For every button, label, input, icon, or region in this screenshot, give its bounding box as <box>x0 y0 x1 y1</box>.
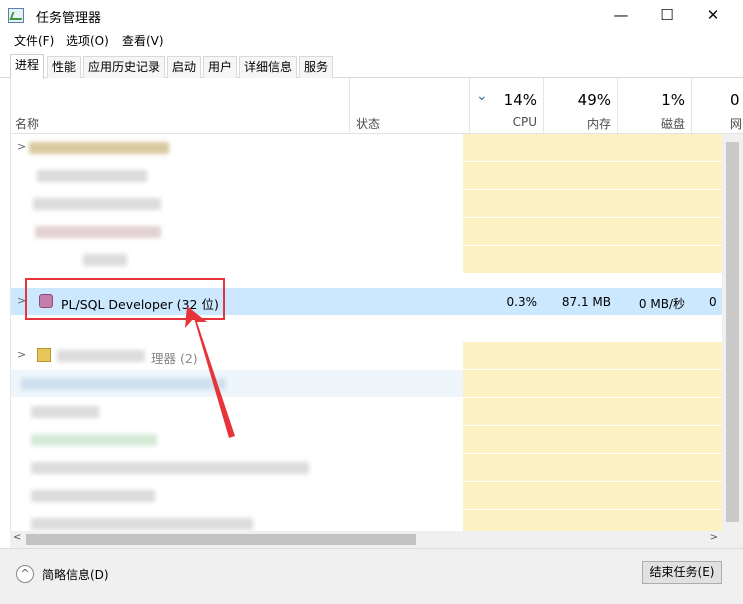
menu-file[interactable]: 文件(F) <box>14 32 54 49</box>
process-list: 名称 状态 ⌄ 14% CPU 49% 内存 1% 磁盘 0 网 > > PL/… <box>10 78 743 548</box>
vertical-scroll-thumb[interactable] <box>726 142 739 522</box>
minimize-button[interactable]: — <box>598 0 644 30</box>
tab-bar: 进程 性能 应用历史记录 启动 用户 详细信息 服务 <box>0 54 743 79</box>
window-title: 任务管理器 <box>36 11 102 26</box>
horizontal-scroll-thumb[interactable] <box>26 534 416 545</box>
menu-options[interactable]: 选项(O) <box>66 32 109 49</box>
fewer-details-link[interactable]: 简略信息(D) <box>42 566 109 583</box>
menu-view[interactable]: 查看(V) <box>122 32 164 49</box>
menu-bar: 文件(F) 选项(O) 查看(V) <box>0 30 743 50</box>
tab-performance[interactable]: 性能 <box>47 56 82 78</box>
scroll-left-icon[interactable]: < <box>13 532 21 543</box>
scroll-right-icon[interactable]: > <box>710 532 718 543</box>
red-arrow-annotation <box>185 306 235 438</box>
title-bar: 任务管理器 — ☐ ✕ <box>0 0 743 30</box>
close-button[interactable]: ✕ <box>690 0 736 30</box>
maximize-button[interactable]: ☐ <box>644 0 690 30</box>
footer-bar: ^ 简略信息(D) 结束任务(E) <box>0 548 743 604</box>
collapse-chevron-icon[interactable]: ^ <box>16 565 34 583</box>
tab-users[interactable]: 用户 <box>203 56 238 78</box>
horizontal-scrollbar[interactable]: < > <box>10 531 722 548</box>
tab-details[interactable]: 详细信息 <box>239 56 298 78</box>
task-manager-icon <box>8 8 24 23</box>
tab-services[interactable]: 服务 <box>299 56 334 78</box>
end-task-button[interactable]: 结束任务(E) <box>642 561 722 584</box>
tab-app-history[interactable]: 应用历史记录 <box>83 56 166 78</box>
tab-processes[interactable]: 进程 <box>10 54 45 79</box>
task-manager-window: 任务管理器 — ☐ ✕ 文件(F) 选项(O) 查看(V) 进程 性能 应用历史… <box>0 0 743 604</box>
tab-startup[interactable]: 启动 <box>167 56 202 78</box>
vertical-scrollbar[interactable] <box>722 134 743 548</box>
